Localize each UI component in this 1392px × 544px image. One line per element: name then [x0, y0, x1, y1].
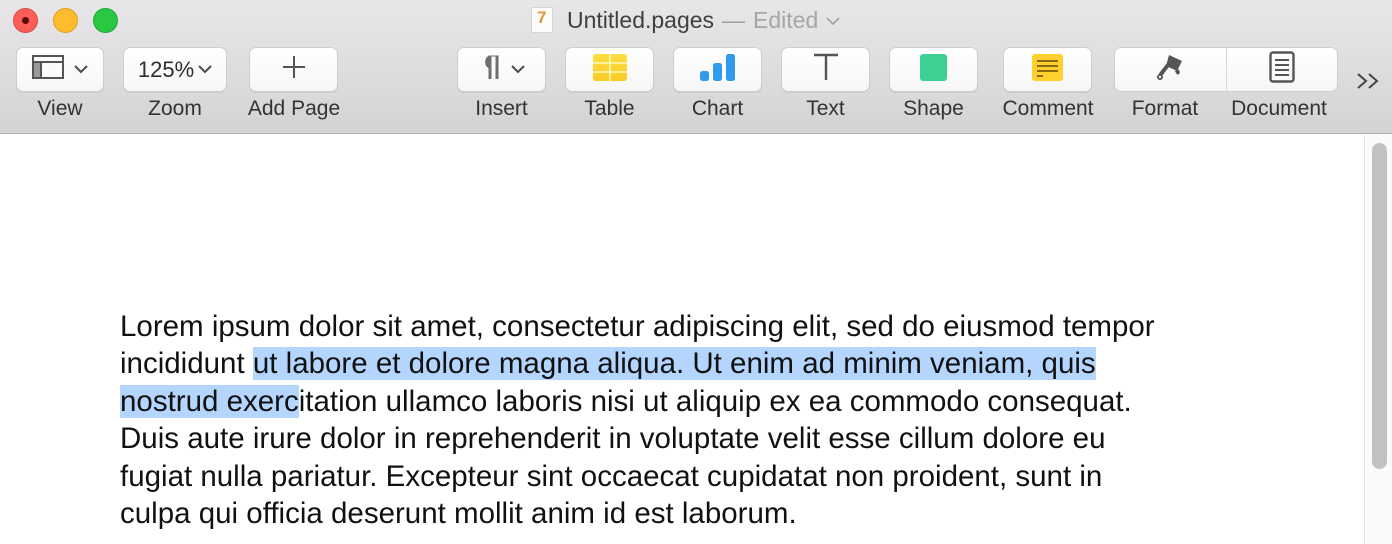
- chevron-down-icon: [198, 65, 212, 74]
- selected-text: ut labore et dolore magna aliqua. Ut eni…: [252, 347, 1096, 381]
- text-button[interactable]: [781, 47, 870, 92]
- inspector-segmented-control: [1114, 47, 1338, 92]
- document-label: Document: [1231, 97, 1327, 120]
- add-page-button[interactable]: [249, 47, 338, 92]
- titlebar-toolbar: Untitled.pages — Edited View: [0, 0, 1392, 134]
- text-run: fugiat nulla pariatur. Excepteur sint oc…: [120, 459, 1103, 493]
- sidebar-layout-icon: [32, 55, 64, 84]
- insert-label: Insert: [475, 97, 528, 120]
- text-box-icon: [813, 53, 839, 86]
- document-icon: [1269, 51, 1295, 88]
- text-run: culpa qui officia deserunt mollit anim i…: [120, 496, 797, 530]
- paintbrush-icon: [1155, 52, 1185, 87]
- vertical-scrollbar[interactable]: [1364, 135, 1392, 544]
- double-chevron-right-icon: [1356, 70, 1380, 95]
- title-separator: —: [722, 6, 746, 33]
- bar-chart-icon: [699, 53, 737, 86]
- window-title[interactable]: Untitled.pages — Edited: [531, 4, 840, 36]
- view-label: View: [37, 97, 83, 120]
- document-button[interactable]: [1225, 48, 1338, 91]
- zoom-value: 125%: [137, 56, 195, 82]
- text-line: incididunt ut labore et dolore magna ali…: [120, 345, 1300, 382]
- comment-button[interactable]: [1003, 47, 1092, 92]
- square-shape-icon: [920, 53, 947, 86]
- text-run: Duis aute irure dolor in reprehenderit i…: [120, 422, 1106, 456]
- format-label: Format: [1131, 97, 1199, 120]
- comment-label: Comment: [1002, 97, 1094, 120]
- table-label: Table: [584, 97, 635, 120]
- toolbar-overflow-button[interactable]: [1356, 70, 1380, 96]
- scrollbar-thumb[interactable]: [1372, 143, 1387, 469]
- close-window-button[interactable]: [13, 8, 38, 33]
- insert-button[interactable]: [457, 47, 546, 92]
- pages-document-icon: [531, 7, 553, 33]
- text-label: Text: [806, 97, 845, 120]
- minimize-window-button[interactable]: [53, 8, 78, 33]
- add-page-label: Add Page: [247, 97, 341, 120]
- shape-button[interactable]: [889, 47, 978, 92]
- text-run: incididunt: [120, 347, 253, 381]
- chevron-down-icon[interactable]: [826, 13, 840, 30]
- text-line: nostrud exercitation ullamco laboris nis…: [120, 383, 1300, 420]
- chart-button[interactable]: [673, 47, 762, 92]
- text-line: fugiat nulla pariatur. Excepteur sint oc…: [120, 458, 1300, 495]
- text-line: culpa qui officia deserunt mollit anim i…: [120, 495, 1300, 532]
- view-button[interactable]: [16, 47, 104, 92]
- pilcrow-icon: [479, 54, 501, 85]
- chart-label: Chart: [691, 97, 744, 120]
- document-name: Untitled.pages: [567, 6, 715, 33]
- comment-note-icon: [1032, 53, 1063, 86]
- edited-status: Edited: [753, 6, 819, 33]
- plus-icon: [281, 54, 307, 85]
- text-line: Duis aute irure dolor in reprehenderit i…: [120, 420, 1300, 457]
- pages-window: Untitled.pages — Edited View: [0, 0, 1392, 544]
- chevron-down-icon: [510, 65, 525, 74]
- table-button[interactable]: [565, 47, 654, 92]
- shape-label: Shape: [903, 97, 964, 120]
- document-body-text[interactable]: Lorem ipsum dolor sit amet, consectetur …: [120, 308, 1300, 532]
- chevron-down-icon: [74, 65, 88, 74]
- text-line: Lorem ipsum dolor sit amet, consectetur …: [120, 308, 1300, 345]
- zoom-window-button[interactable]: [93, 8, 118, 33]
- text-run: Lorem ipsum dolor sit amet, consectetur …: [120, 310, 1155, 343]
- zoom-select[interactable]: 125%: [123, 47, 227, 92]
- text-run: itation ullamco laboris nisi ut aliquip …: [298, 384, 1132, 418]
- table-icon: [592, 53, 627, 86]
- zoom-label: Zoom: [148, 97, 202, 120]
- selected-text: nostrud exerc: [120, 384, 299, 418]
- format-button[interactable]: [1115, 48, 1226, 91]
